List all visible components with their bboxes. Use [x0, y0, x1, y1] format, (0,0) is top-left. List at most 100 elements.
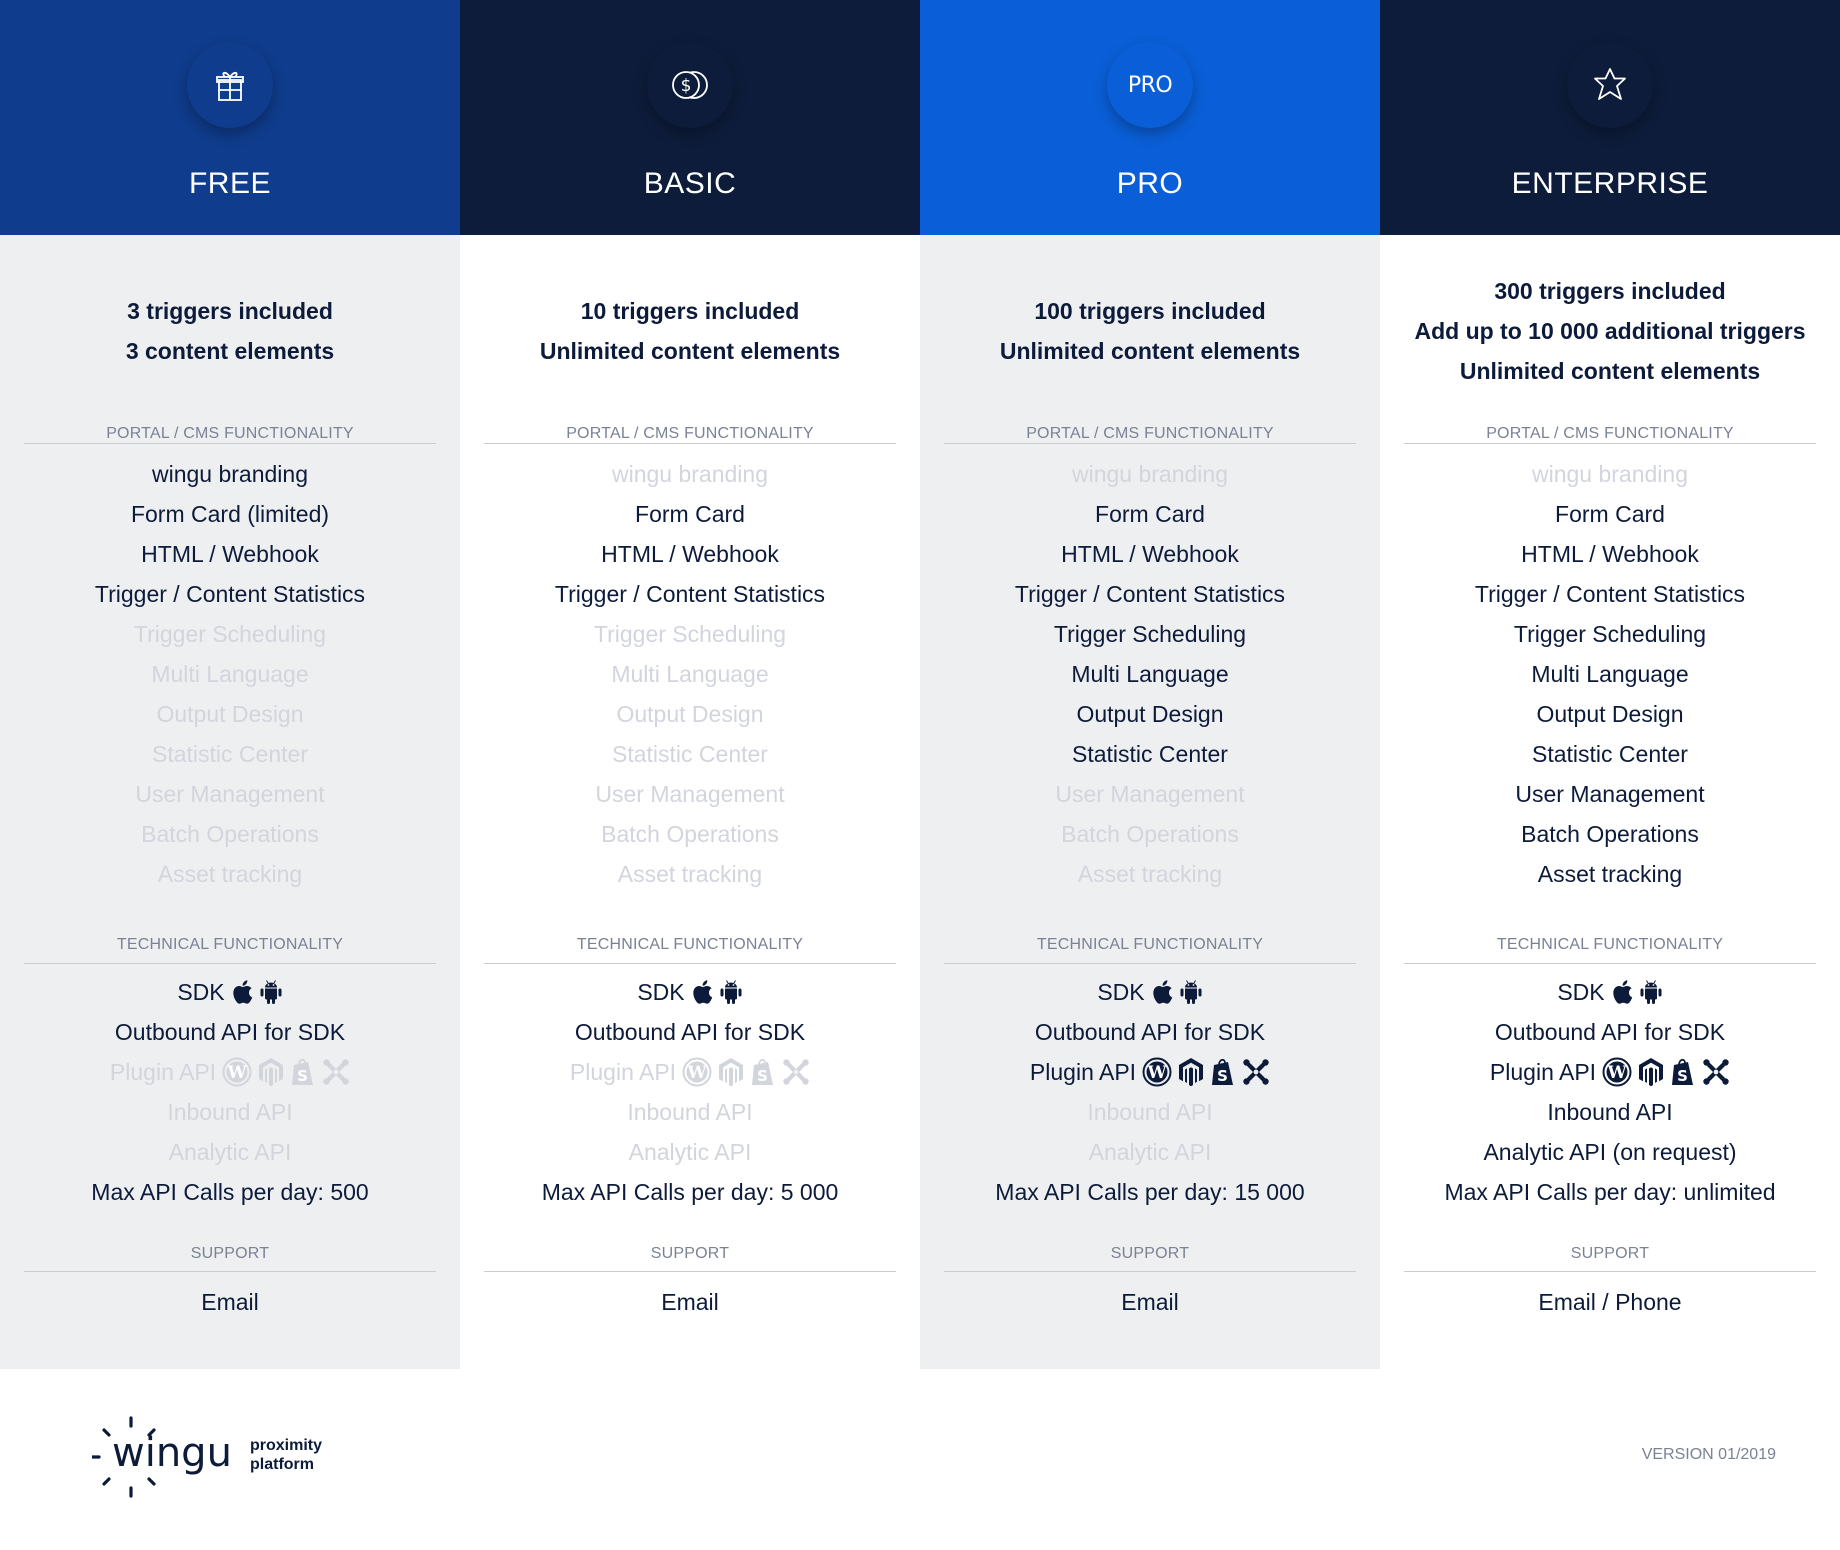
support-channel: Email	[0, 1280, 460, 1320]
feature-item: Plugin API W S	[0, 1050, 460, 1090]
feature-item: HTML / Webhook	[1380, 532, 1840, 572]
feature-label: Plugin API	[1029, 1058, 1137, 1085]
included-line: 3 triggers included	[127, 298, 333, 324]
feature-item: Max API Calls per day: 500	[0, 1170, 460, 1210]
feature-item: Inbound API	[0, 1090, 460, 1130]
apple-icon	[1151, 979, 1173, 1005]
portal-section-title: PORTAL / CMS FUNCTIONALITY	[566, 425, 814, 442]
feature-label: Trigger Scheduling	[133, 620, 327, 647]
feature-label: Analytic API (on request)	[1483, 1138, 1737, 1165]
portal-section-divider	[24, 443, 436, 444]
feature-label: Trigger / Content Statistics	[554, 580, 826, 607]
plan-name: ENTERPRISE	[1511, 167, 1709, 200]
feature-item: Trigger / Content Statistics	[0, 572, 460, 612]
apple-icon	[231, 979, 253, 1005]
support-section-divider	[24, 1271, 436, 1272]
feature-label: Multi Language	[1531, 660, 1689, 687]
feature-label: Trigger / Content Statistics	[94, 580, 366, 607]
feature-item: Trigger Scheduling	[920, 612, 1380, 652]
feature-item: Trigger / Content Statistics	[460, 572, 920, 612]
joomla-icon	[1242, 1058, 1270, 1086]
wordpress-icon: W	[1602, 1057, 1632, 1087]
feature-label: Analytic API	[1088, 1138, 1212, 1165]
feature-label: Statistic Center	[1532, 740, 1688, 767]
feature-item: Trigger Scheduling	[0, 612, 460, 652]
included-summary: 100 triggers included Unlimited content e…	[920, 291, 1380, 371]
technical-section-divider	[484, 963, 896, 964]
feature-item: Trigger / Content Statistics	[1380, 572, 1840, 612]
feature-item: Form Card	[460, 492, 920, 532]
version-label: VERSION 01/2019	[1641, 1446, 1776, 1463]
included-line: Unlimited content elements	[1459, 358, 1761, 384]
logo-tagline: proximity platform	[250, 1436, 322, 1474]
logo-word: wingu	[112, 1430, 232, 1476]
plan-free: FREE 3 triggers included 3 content elemen…	[0, 0, 460, 1369]
included-line: Unlimited content elements	[999, 338, 1301, 364]
portal-section-divider	[1404, 443, 1816, 444]
magento-icon	[1178, 1057, 1204, 1087]
feature-label: Outbound API for SDK	[1034, 1018, 1266, 1045]
logo-tagline-line-1: proximity	[250, 1437, 323, 1454]
plan-enterprise-header: ENTERPRISE	[1380, 0, 1840, 235]
feature-label: User Management	[1055, 780, 1245, 807]
feature-label: HTML / Webhook	[1061, 540, 1239, 567]
included-line: Add up to 10 000 additional triggers	[1414, 318, 1806, 344]
feature-label: wingu branding	[611, 460, 768, 487]
portal-section-title: PORTAL / CMS FUNCTIONALITY	[1026, 425, 1274, 442]
feature-label: Output Design	[156, 700, 304, 727]
feature-item: Batch Operations	[460, 812, 920, 852]
support-label: Email	[1121, 1288, 1179, 1315]
technical-section-divider	[1404, 963, 1816, 964]
shopify-icon: S	[750, 1057, 776, 1087]
plan-name: PRO	[1116, 167, 1184, 200]
svg-text:S: S	[1217, 1067, 1228, 1085]
logo-tagline-line-2: platform	[250, 1456, 314, 1473]
feature-item: Trigger Scheduling	[460, 612, 920, 652]
plan-pro-header: PRO PRO	[920, 0, 1380, 235]
feature-label: HTML / Webhook	[1521, 540, 1699, 567]
feature-item: User Management	[920, 772, 1380, 812]
feature-label: wingu branding	[151, 460, 308, 487]
feature-item: Statistic Center	[460, 732, 920, 772]
svg-text:W: W	[687, 1063, 708, 1083]
plan-pro: PRO PRO 100 triggers included Unlimited c…	[920, 0, 1380, 1369]
support-section-title: SUPPORT	[190, 1245, 270, 1262]
android-icon	[1639, 979, 1663, 1005]
feature-label: User Management	[1515, 780, 1705, 807]
support-section-title: SUPPORT	[650, 1245, 730, 1262]
feature-label: Outbound API for SDK	[114, 1018, 346, 1045]
feature-item: HTML / Webhook	[920, 532, 1380, 572]
svg-text:W: W	[227, 1063, 248, 1083]
feature-label: Trigger / Content Statistics	[1474, 580, 1746, 607]
pricing-plans: FREE 3 triggers included 3 content elemen…	[0, 0, 1840, 1369]
feature-label: Output Design	[616, 700, 764, 727]
feature-label: Analytic API	[168, 1138, 292, 1165]
feature-item: HTML / Webhook	[0, 532, 460, 572]
shopify-icon: S	[290, 1057, 316, 1087]
feature-label: Trigger Scheduling	[593, 620, 787, 647]
support-channel: Email	[460, 1280, 920, 1320]
support-channel: Email / Phone	[1380, 1280, 1840, 1320]
feature-label: HTML / Webhook	[141, 540, 319, 567]
pro-badge-text: PRO	[1127, 72, 1173, 98]
feature-item: SDK	[0, 970, 460, 1010]
included-line: Unlimited content elements	[539, 338, 841, 364]
plan-name: BASIC	[643, 167, 737, 200]
feature-item: Multi Language	[0, 652, 460, 692]
feature-item: Plugin API W S	[460, 1050, 920, 1090]
feature-item: Max API Calls per day: unlimited	[1380, 1170, 1840, 1210]
feature-label: Statistic Center	[1072, 740, 1228, 767]
feature-item: Output Design	[0, 692, 460, 732]
feature-label: Multi Language	[151, 660, 309, 687]
feature-item: Multi Language	[920, 652, 1380, 692]
feature-label: Form Card (limited)	[130, 500, 330, 527]
feature-item: wingu branding	[920, 452, 1380, 492]
included-summary: 10 triggers included Unlimited content el…	[460, 291, 920, 371]
joomla-icon	[782, 1058, 810, 1086]
feature-item: Multi Language	[1380, 652, 1840, 692]
feature-item: Outbound API for SDK	[1380, 1010, 1840, 1050]
feature-item: Form Card	[1380, 492, 1840, 532]
magento-icon	[718, 1057, 744, 1087]
gift-icon	[187, 42, 273, 128]
feature-item: Plugin API W S	[1380, 1050, 1840, 1090]
